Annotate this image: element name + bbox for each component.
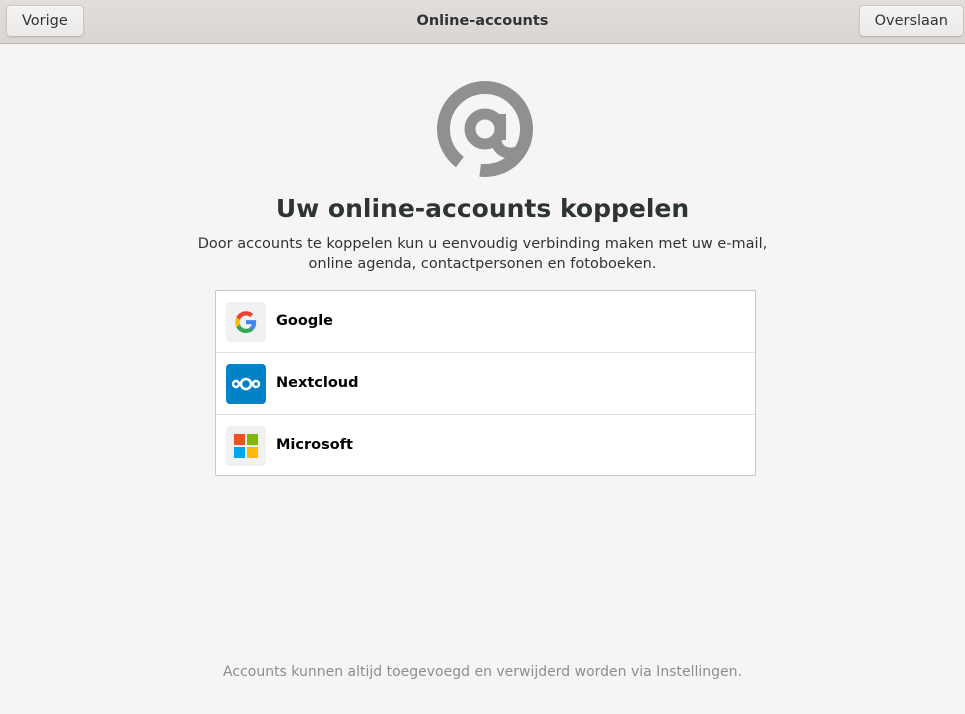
skip-button[interactable]: Overslaan bbox=[858, 5, 964, 37]
footer-note: Accounts kunnen altijd toegevoegd en ver… bbox=[223, 664, 742, 680]
account-label-nextcloud: Nextcloud bbox=[276, 375, 359, 391]
account-row-microsoft[interactable]: Microsoft bbox=[216, 415, 755, 475]
at-sign-icon bbox=[437, 81, 533, 177]
initial-setup-window: Vorige Online-accounts Overslaan Uw onli… bbox=[0, 0, 965, 714]
account-row-google[interactable]: Google bbox=[216, 291, 755, 353]
account-row-nextcloud[interactable]: Nextcloud bbox=[216, 353, 755, 415]
description-line-1: Door accounts te koppelen kun u eenvoudi… bbox=[197, 236, 768, 252]
microsoft-icon bbox=[226, 426, 266, 466]
page-title: Online-accounts bbox=[416, 13, 549, 29]
page-heading: Uw online-accounts koppelen bbox=[275, 194, 690, 223]
header-bar: Vorige Online-accounts Overslaan bbox=[0, 0, 965, 44]
account-label-google: Google bbox=[276, 313, 334, 329]
account-label-microsoft: Microsoft bbox=[276, 437, 353, 453]
page-description: Door accounts te koppelen kun u eenvoudi… bbox=[0, 234, 965, 274]
account-provider-list: Google Nextcloud Microsoft bbox=[215, 290, 756, 476]
description-line-2: online agenda, contactpersonen en fotobo… bbox=[308, 256, 657, 272]
google-icon bbox=[226, 302, 266, 342]
nextcloud-icon bbox=[226, 364, 266, 404]
